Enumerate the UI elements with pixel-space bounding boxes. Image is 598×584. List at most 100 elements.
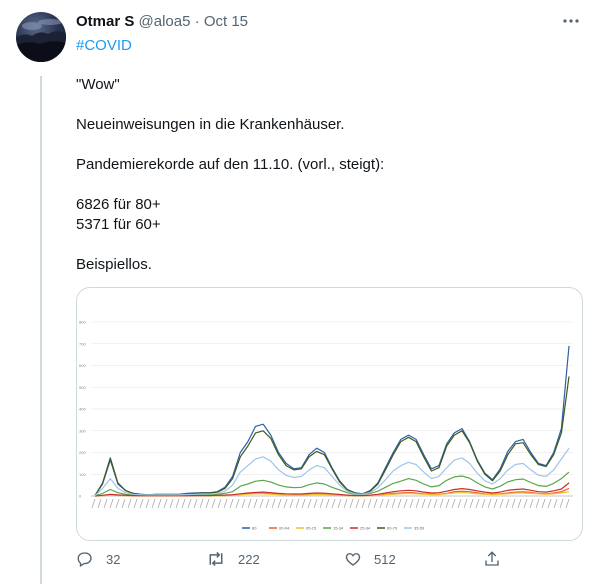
x-tick-mark (163, 498, 168, 509)
x-tick-mark (529, 498, 534, 509)
x-tick-mark (181, 498, 186, 509)
x-tick-mark (565, 498, 570, 509)
x-tick-mark (217, 498, 222, 509)
x-tick-mark (115, 498, 120, 509)
x-tick-mark (457, 498, 462, 509)
legend-label: 35-59 (414, 526, 425, 531)
author-handle[interactable]: @aloa5 (139, 13, 191, 30)
x-tick-mark (547, 498, 552, 509)
avatar[interactable] (16, 12, 66, 62)
x-tick-mark (235, 498, 240, 509)
x-tick-mark (481, 498, 486, 509)
x-tick-mark (355, 498, 360, 509)
tweet-text-line: "Wow" (76, 76, 120, 93)
tweet-date[interactable]: Oct 15 (204, 13, 248, 30)
heart-icon (345, 553, 361, 566)
series-line-60-79 (94, 376, 570, 496)
legend-label: 05-15 (306, 526, 317, 531)
more-icon[interactable] (562, 12, 580, 35)
y-tick-label: 200 (79, 450, 86, 455)
x-tick-mark (229, 498, 234, 509)
x-tick-mark (331, 498, 336, 509)
reply-count: 32 (106, 551, 121, 567)
x-tick-mark (541, 498, 546, 509)
legend-label: 25-34 (360, 526, 371, 531)
x-tick-mark (463, 498, 468, 509)
x-tick-mark (433, 498, 438, 509)
x-tick-mark (451, 498, 456, 509)
x-tick-mark (313, 498, 318, 509)
x-tick-mark (259, 498, 264, 509)
x-tick-mark (139, 498, 144, 509)
x-tick-mark (469, 498, 474, 509)
x-tick-mark (403, 498, 408, 509)
x-tick-mark (193, 498, 198, 509)
hospitalization-chart: 800 700 600 500 400 300 200 100 0 80 00-04 05-15 15-… (79, 320, 573, 531)
x-tick-mark (475, 498, 480, 509)
x-tick-mark (385, 498, 390, 509)
x-tick-mark (121, 498, 126, 509)
share-button[interactable] (483, 550, 513, 568)
x-tick-mark (391, 498, 396, 509)
x-tick-mark (187, 498, 192, 509)
x-tick-mark (523, 498, 528, 509)
like-button[interactable]: 512 (344, 550, 396, 568)
like-count: 512 (374, 551, 396, 567)
x-tick-mark (559, 498, 564, 509)
x-tick-mark (439, 498, 444, 509)
thread-line (40, 76, 42, 584)
tweet-text-line: Pandemierekorde auf den 11.10. (vorl., s… (76, 156, 385, 173)
x-tick-mark (397, 498, 402, 509)
x-tick-mark (415, 498, 420, 509)
x-tick-mark (97, 498, 102, 509)
y-tick-label: 400 (79, 407, 86, 412)
hashtag-link[interactable]: #COVID (76, 37, 132, 54)
x-tick-mark (91, 498, 96, 509)
x-tick-mark (493, 498, 498, 509)
y-tick-label: 100 (79, 472, 86, 477)
reply-button[interactable]: 32 (76, 550, 120, 568)
tweet-text-line: 6826 für 80+ (76, 196, 161, 213)
x-tick-mark (445, 498, 450, 509)
y-tick-label: 700 (79, 341, 86, 346)
tweet-actions: 32 222 512 (76, 550, 506, 576)
retweet-button[interactable]: 222 (206, 550, 260, 568)
x-tick-mark (175, 498, 180, 509)
separator-dot: · (194, 13, 200, 30)
legend-label: 15-34 (333, 526, 344, 531)
x-tick-mark (499, 498, 504, 509)
tweet-header: Otmar S @aloa5 · Oct 15 (76, 13, 248, 30)
x-tick-mark (373, 498, 378, 509)
x-tick-mark (151, 498, 156, 509)
x-tick-mark (319, 498, 324, 509)
x-tick-mark (277, 498, 282, 509)
y-tick-label: 0 (79, 494, 82, 499)
author-name[interactable]: Otmar S (76, 13, 134, 30)
x-tick-mark (535, 498, 540, 509)
tweet-media-card[interactable]: 800 700 600 500 400 300 200 100 0 80 00-04 05-15 15-… (76, 287, 583, 541)
x-tick-mark (301, 498, 306, 509)
x-tick-mark (361, 498, 366, 509)
x-tick-mark (343, 498, 348, 509)
tweet-text-line: 5371 für 60+ (76, 216, 161, 233)
x-tick-mark (247, 498, 252, 509)
y-tick-label: 600 (79, 363, 86, 368)
tweet-text-line: Beispiellos. (76, 256, 152, 273)
x-tick-mark (199, 498, 204, 509)
x-tick-mark (427, 498, 432, 509)
x-tick-mark (505, 498, 510, 509)
x-tick-mark (325, 498, 330, 509)
share-icon (485, 551, 499, 566)
x-tick-mark (409, 498, 414, 509)
legend-label: 60-79 (387, 526, 398, 531)
x-tick-mark (367, 498, 372, 509)
x-tick-mark (133, 498, 138, 509)
x-tick-mark (421, 498, 426, 509)
x-tick-mark (169, 498, 174, 509)
x-tick-mark (511, 498, 516, 509)
x-tick-mark (103, 498, 108, 509)
x-tick-mark (271, 498, 276, 509)
avatar-image-icon (16, 19, 66, 62)
reply-icon (77, 552, 92, 567)
x-tick-mark (145, 498, 150, 509)
